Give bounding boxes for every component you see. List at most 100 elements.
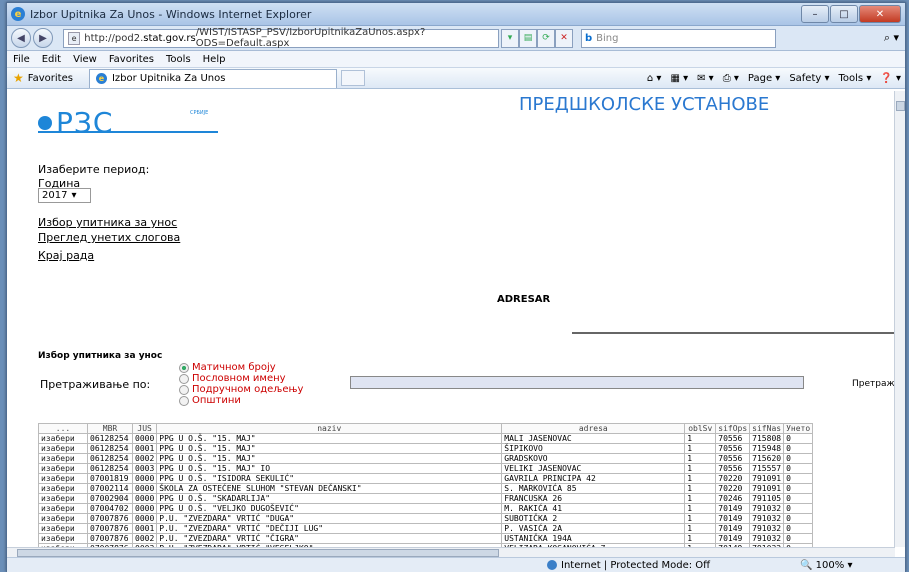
sifnas-cell: 791032: [749, 523, 785, 534]
mbr-cell: 07002114: [87, 483, 133, 494]
link-review-entries[interactable]: Преглед унетих слогова: [38, 231, 180, 244]
col-header: adresa: [501, 423, 686, 434]
adresa-cell: P. VASIĆA 2A: [501, 523, 686, 534]
sifops-cell: 70556: [715, 453, 751, 464]
favorites-star-icon[interactable]: ★: [13, 71, 24, 85]
command-bar: ⌂ ▾ ▦ ▾ ✉ ▾ ⎙ ▾ Page ▾ Safety ▾ Tools ▾ …: [638, 73, 901, 84]
select-link[interactable]: изабери: [38, 483, 88, 494]
uneto-cell: 0: [783, 523, 814, 534]
horizontal-scrollbar[interactable]: [7, 547, 895, 557]
maximize-button[interactable]: □: [830, 5, 858, 23]
home-icon[interactable]: ⌂ ▾: [647, 73, 662, 84]
search-icon[interactable]: ⌕ ▾: [884, 31, 899, 45]
select-link[interactable]: изабери: [38, 463, 88, 474]
jus-cell: 0000: [131, 473, 158, 484]
radio-selected-icon: [179, 362, 189, 373]
link-choose-questionnaire[interactable]: Избор упитника за унос: [38, 216, 177, 229]
print-icon[interactable]: ⎙ ▾: [723, 73, 739, 84]
zoom-level[interactable]: 🔍 100% ▾: [800, 560, 852, 571]
address-bar[interactable]: e http://pod2. stat.gov.rs/WIST/ISTASP_PS…: [63, 27, 499, 49]
scroll-thumb[interactable]: [17, 549, 499, 557]
mail-icon[interactable]: ✉ ▾: [697, 73, 714, 84]
select-link[interactable]: изабери: [38, 523, 88, 534]
adresa-cell: GAVRILA PRINCIPA 42: [501, 473, 686, 484]
stop-icon[interactable]: ✕: [555, 28, 573, 48]
forward-icon[interactable]: ▶: [33, 28, 53, 48]
title-bar: e Izbor Upitnika Za Unos - Windows Inter…: [7, 3, 905, 26]
menu-help[interactable]: Help: [203, 54, 226, 65]
naziv-cell: PPG U O.Š. "15. MAJ": [156, 433, 503, 444]
table-row: изабери 06128254 0002 PPG U O.Š. "15. MAJ" G…: [38, 453, 814, 464]
search-text-input[interactable]: [350, 376, 804, 389]
safety-menu[interactable]: Safety ▾: [789, 73, 829, 84]
dropdown-arrow-icon[interactable]: ▾: [501, 28, 519, 48]
search-button[interactable]: Претражи: [852, 379, 895, 389]
naziv-cell: PPG U O.Š. "15. MAJ": [156, 443, 503, 454]
url-domain: stat.gov.rs: [143, 32, 196, 44]
select-link[interactable]: изабери: [38, 513, 88, 524]
new-tab-button[interactable]: [340, 70, 365, 86]
adresa-cell: GRADSKOVO: [501, 453, 686, 464]
menu-tools[interactable]: Tools: [166, 54, 191, 65]
select-link[interactable]: изабери: [38, 443, 88, 454]
compat-view-icon[interactable]: ▤: [519, 28, 537, 48]
jus-cell: 0002: [131, 533, 158, 544]
security-zone[interactable]: Internet | Protected Mode: Off: [547, 560, 710, 571]
divider-line: [572, 332, 895, 334]
sifops-cell: 70149: [715, 503, 751, 514]
search-box[interactable]: b Bing: [581, 28, 776, 48]
results-table: ... MBR JUS naziv adresa oblSv sifOps si…: [38, 423, 814, 547]
table-row: изабери 06128254 0000 PPG U O.Š. "15. MAJ" M…: [38, 433, 814, 444]
page-heading: ПРЕДШКОЛСКЕ УСТАНОВЕ: [519, 94, 770, 115]
close-button[interactable]: ✕: [859, 5, 901, 23]
radio-maticni-broj[interactable]: Матичном броју: [179, 362, 303, 373]
back-icon[interactable]: ◀: [11, 28, 31, 48]
adresa-cell: MALI JASENOVAC: [501, 433, 686, 444]
menu-view[interactable]: View: [73, 54, 97, 65]
search-by-label: Претраживање по:: [40, 378, 151, 391]
select-questionnaire-label: Избор упитника за унос: [38, 351, 163, 361]
favorites-button[interactable]: Favorites: [28, 73, 73, 84]
link-end-session[interactable]: Крај рада: [38, 249, 94, 262]
feeds-icon[interactable]: ▦ ▾: [670, 73, 688, 84]
browser-tab[interactable]: e Izbor Upitnika Za Unos: [88, 68, 337, 88]
select-link[interactable]: изабери: [38, 433, 88, 444]
radio-opstina[interactable]: Општини: [179, 395, 303, 406]
favorites-bar: ★ Favorites e Izbor Upitnika Za Unos ⌂ ▾…: [7, 68, 905, 89]
select-link[interactable]: изабери: [38, 473, 88, 484]
sifops-cell: 70556: [715, 433, 751, 444]
year-select[interactable]: 2017 ▾: [38, 188, 91, 203]
sifops-cell: 70556: [715, 463, 751, 474]
select-link[interactable]: изабери: [38, 503, 88, 514]
menu-edit[interactable]: Edit: [42, 54, 61, 65]
naziv-cell: P.U. "ZVEZDARA" VRTIĆ "DEČIJI LUG": [156, 523, 503, 534]
window-title: Izbor Upitnika Za Unos - Windows Interne…: [30, 7, 312, 21]
page-content: PЗC СРБИЈЕ ПРЕДШКОЛСКЕ УСТАНОВЕ Изаберит…: [7, 91, 895, 547]
col-header: sifNas: [749, 423, 785, 434]
logo-subtext: СРБИЈЕ: [190, 110, 209, 116]
select-link[interactable]: изабери: [38, 493, 88, 504]
minimize-button[interactable]: –: [801, 5, 829, 23]
refresh-icon[interactable]: ⟳: [537, 28, 555, 48]
col-header: ...: [38, 423, 88, 434]
menu-bar: File Edit View Favorites Tools Help: [7, 51, 905, 68]
chevron-down-icon: ▾: [71, 190, 77, 201]
page-menu[interactable]: Page ▾: [748, 73, 780, 84]
menu-favorites[interactable]: Favorites: [109, 54, 154, 65]
radio-poslovno-ime[interactable]: Пословном имену: [179, 373, 303, 384]
oblsv-cell: 1: [684, 503, 717, 514]
vertical-scrollbar[interactable]: [894, 91, 905, 547]
year-value: 2017: [42, 190, 68, 201]
help-icon[interactable]: ❓ ▾: [880, 73, 901, 84]
sifops-cell: 70149: [715, 513, 751, 524]
select-link[interactable]: изабери: [38, 533, 88, 544]
tools-menu[interactable]: Tools ▾: [839, 73, 872, 84]
sifops-cell: 70556: [715, 443, 751, 454]
scroll-thumb[interactable]: [896, 101, 905, 111]
radio-podrucno-odeljenje[interactable]: Подручном одељењу: [179, 384, 303, 395]
select-link[interactable]: изабери: [38, 453, 88, 464]
jus-cell: 0002: [131, 453, 158, 464]
menu-file[interactable]: File: [13, 54, 30, 65]
sifops-cell: 70149: [715, 523, 751, 534]
uneto-cell: 0: [783, 503, 814, 514]
